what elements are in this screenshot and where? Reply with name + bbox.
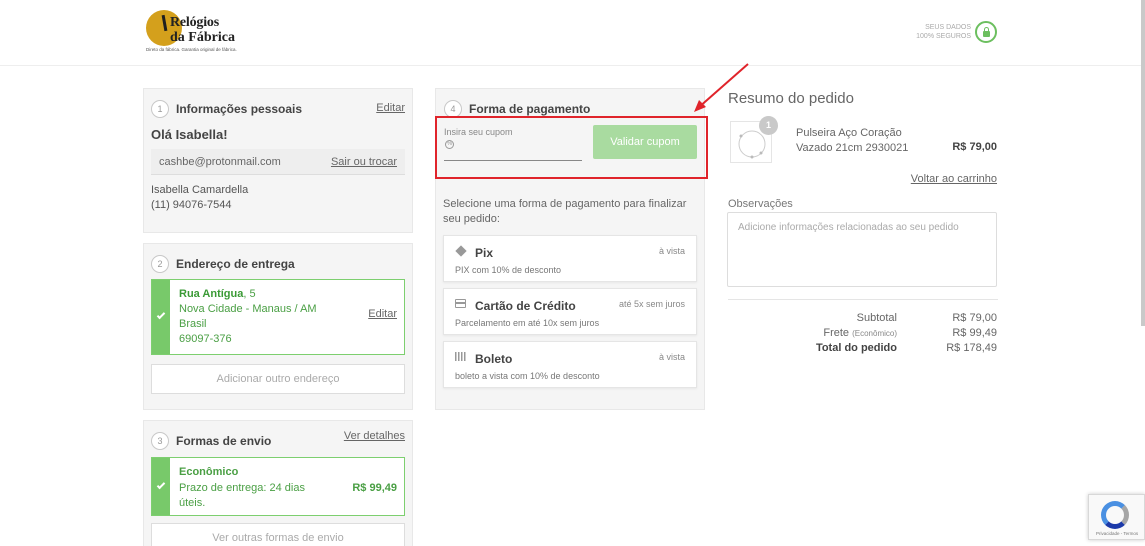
credit-card-icon	[455, 299, 466, 308]
shipping-eta-line1: Prazo de entrega: 24 dias	[179, 482, 305, 494]
freight-label-text: Frete	[823, 327, 850, 339]
payment-title: Forma de pagamento	[469, 102, 591, 116]
order-summary-title: Resumo do pedido	[728, 90, 854, 107]
logo-tagline: Direto da fábrica. Garantia original de …	[146, 47, 237, 52]
recaptcha-icon	[1101, 501, 1129, 529]
step-number-1: 1	[151, 100, 169, 118]
lock-icon	[975, 21, 997, 43]
email-row: cashbe@protonmail.com Sair ou trocar	[151, 149, 405, 175]
check-icon	[156, 310, 166, 320]
recaptcha-footer[interactable]: Privacidade - Termos	[1096, 531, 1138, 536]
payment-option-pix[interactable]: Pix à vista PIX com 10% de desconto	[443, 235, 697, 282]
freight-value: R$ 99,49	[952, 327, 997, 339]
logo-text-line2: da Fábrica	[170, 30, 235, 45]
pix-icon	[455, 245, 467, 257]
other-shipping-button[interactable]: Ver outras formas de envio	[151, 523, 405, 546]
logo-text-line1: Relógios	[170, 15, 219, 30]
subtotal-value: R$ 79,00	[952, 312, 997, 324]
payment-option-name: Cartão de Crédito	[475, 299, 576, 313]
barcode-icon	[455, 352, 466, 361]
delivery-address-panel: 2 Endereço de entrega Rua Antígua, 5 Nov…	[143, 243, 413, 410]
user-email: cashbe@protonmail.com	[159, 156, 281, 168]
payment-option-name: Boleto	[475, 352, 513, 366]
address-street-line: Rua Antígua, 5	[179, 288, 256, 300]
delivery-title: Endereço de entrega	[176, 257, 295, 271]
user-phone: (11) 94076-7544	[151, 199, 232, 211]
total-label: Total do pedido	[815, 342, 897, 354]
payment-option-terms: até 5x sem juros	[618, 299, 685, 309]
edit-personal-link[interactable]: Editar	[376, 102, 405, 114]
shipping-price: R$ 99,49	[352, 482, 397, 494]
selected-shipping-card[interactable]: Econômico Prazo de entrega: 24 dias útei…	[151, 457, 405, 516]
freight-label: Frete (Econômico)	[823, 327, 897, 339]
validate-coupon-button[interactable]: Validar cupom	[593, 125, 697, 159]
secure-line2: 100% SEGUROS	[916, 33, 971, 40]
payment-option-boleto[interactable]: Boleto à vista boleto a vista com 10% de…	[443, 341, 697, 388]
shipping-method: Econômico	[179, 466, 239, 478]
shipping-details-link[interactable]: Ver detalhes	[344, 430, 405, 442]
shipping-title: Formas de envio	[176, 434, 272, 448]
payment-option-name: Pix	[475, 246, 494, 260]
payment-option-terms: à vista	[658, 246, 685, 256]
payment-option-desc: PIX com 10% de desconto	[455, 265, 562, 275]
shipping-panel: 3 Formas de envio Ver detalhes Econômico…	[143, 420, 413, 546]
secure-text: SEUS DADOS 100% SEGUROS	[916, 23, 971, 41]
address-number: , 5	[243, 288, 256, 300]
back-to-cart-link[interactable]: Voltar ao carrinho	[911, 173, 997, 185]
observations-label: Observações	[728, 198, 793, 210]
page-scrollbar[interactable]	[1141, 0, 1145, 326]
edit-address-link[interactable]: Editar	[368, 308, 397, 320]
observations-textarea[interactable]	[727, 212, 997, 287]
product-quantity-badge: 1	[759, 116, 778, 135]
coupon-icon: %	[445, 140, 454, 149]
subtotal-label: Subtotal	[856, 312, 897, 324]
shipping-eta-line2: úteis.	[179, 497, 206, 509]
summary-divider	[728, 299, 998, 300]
payment-option-desc: Parcelamento em até 10x sem juros	[455, 318, 600, 328]
coupon-label: Insira seu cupom	[444, 127, 513, 137]
personal-info-title: Informações pessoais	[176, 102, 303, 116]
secure-line1: SEUS DADOS	[925, 24, 971, 31]
coupon-input[interactable]	[444, 137, 582, 161]
payment-option-credit-card[interactable]: Cartão de Crédito até 5x sem juros Parce…	[443, 288, 697, 335]
personal-info-panel: 1 Informações pessoais Editar Olá Isabel…	[143, 88, 413, 233]
address-zip: 69097-376	[179, 333, 232, 345]
payment-option-desc: boleto a vista com 10% de desconto	[455, 371, 600, 381]
address-city: Nova Cidade - Manaus / AM	[179, 303, 317, 315]
greeting: Olá Isabella!	[151, 127, 228, 142]
total-value: R$ 178,49	[946, 342, 997, 354]
store-logo[interactable]: Relógios da Fábrica Direto da fábrica. G…	[146, 10, 246, 56]
secure-badge: SEUS DADOS 100% SEGUROS	[916, 21, 997, 43]
add-address-button[interactable]: Adicionar outro endereço	[151, 364, 405, 394]
product-name: Pulseira Aço Coração Vazado 21cm 2930021	[796, 127, 909, 154]
payment-option-terms: à vista	[658, 352, 685, 362]
freight-note: (Econômico)	[852, 329, 897, 338]
selected-address-card[interactable]: Rua Antígua, 5 Nova Cidade - Manaus / AM…	[151, 279, 405, 355]
page-header: Relógios da Fábrica Direto da fábrica. G…	[0, 0, 1145, 66]
product-price: R$ 79,00	[952, 141, 997, 153]
check-icon	[156, 480, 166, 490]
payment-intro: Selecione uma forma de pagamento para fi…	[443, 198, 687, 225]
user-name: Isabella Camardella	[151, 184, 249, 196]
selected-indicator	[152, 280, 170, 354]
address-street: Rua Antígua	[179, 288, 244, 300]
switch-account-link[interactable]: Sair ou trocar	[331, 156, 397, 168]
step-number-3: 3	[151, 432, 169, 450]
step-number-2: 2	[151, 255, 169, 273]
address-country: Brasil	[179, 318, 207, 330]
selected-indicator	[152, 458, 170, 515]
recaptcha-badge[interactable]: Privacidade - Termos	[1088, 494, 1145, 540]
